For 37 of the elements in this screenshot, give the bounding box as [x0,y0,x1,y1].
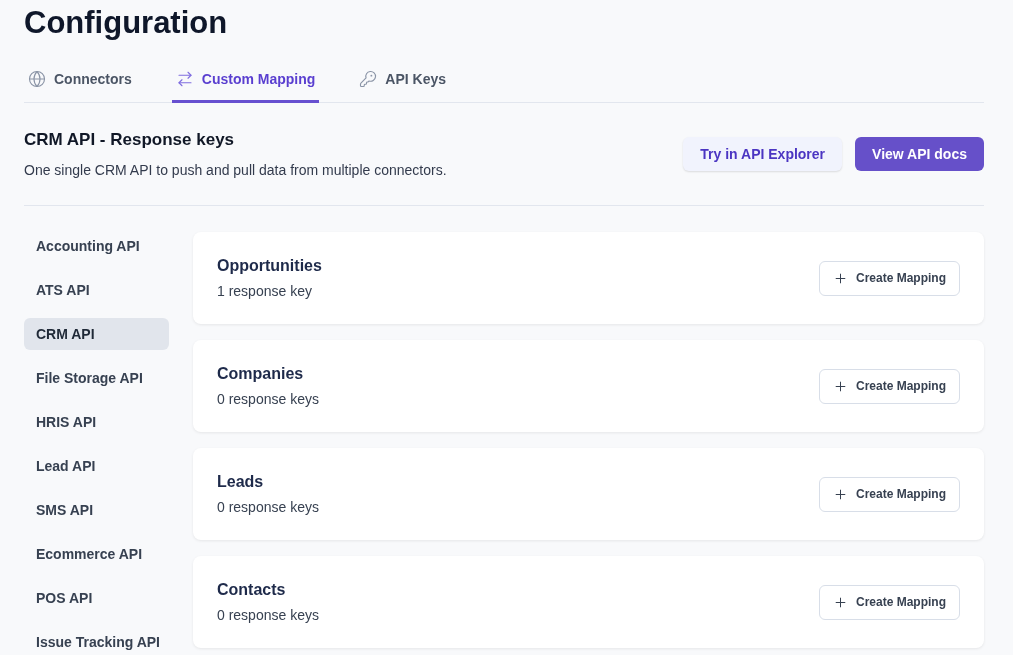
response-key-count: 0 response keys [217,498,319,517]
key-icon [359,70,378,88]
sidebar-item[interactable]: Ecommerce API [24,538,169,570]
resource-name: Companies [217,364,305,384]
explorer-button[interactable]: Try in API Explorer [683,137,843,171]
globe-icon [28,70,46,88]
section-description: One single CRM API to push and pull data from multiple connectors. [24,161,447,180]
sidebar-item[interactable]: ATS API [24,274,169,306]
create-mapping-button[interactable]: Create Mapping [819,260,960,296]
response-key-count: 0 response keys [217,606,319,625]
sidebar-item[interactable]: HRIS API [24,406,169,438]
create-mapping-button[interactable]: Create Mapping [819,476,960,512]
sidebar-item[interactable]: Accounting API [24,230,169,262]
swap-arrows-icon [175,70,194,88]
resource-name: Opportunities [217,256,322,276]
sidebar-item[interactable]: SMS API [24,494,169,526]
plus-icon [833,270,848,286]
sidebar-item[interactable]: Issue Tracking API [24,626,169,655]
view-docs-button[interactable]: View API docs [855,137,984,171]
sidebar-item[interactable]: CRM API [24,318,169,350]
section-title: CRM API - Response keys [24,129,236,151]
resource-name: Leads [217,472,265,492]
sidebar-item[interactable]: POS API [24,582,169,614]
sidebar-item[interactable]: File Storage API [24,362,169,394]
response-key-count: 0 response keys [217,390,319,409]
sidebar-item[interactable]: Lead API [24,450,169,482]
plus-icon [833,378,848,394]
plus-icon [833,486,848,502]
plus-icon [833,594,848,610]
response-key-count: 1 response key [217,282,313,301]
tab[interactable]: API Keys [355,58,451,103]
create-mapping-button[interactable]: Create Mapping [819,368,960,404]
page-title: Configuration [24,5,229,41]
tab[interactable]: Connectors [24,58,136,103]
create-mapping-button[interactable]: Create Mapping [819,584,960,620]
tab[interactable]: Custom Mapping [171,58,320,103]
resource-name: Contacts [217,580,287,600]
